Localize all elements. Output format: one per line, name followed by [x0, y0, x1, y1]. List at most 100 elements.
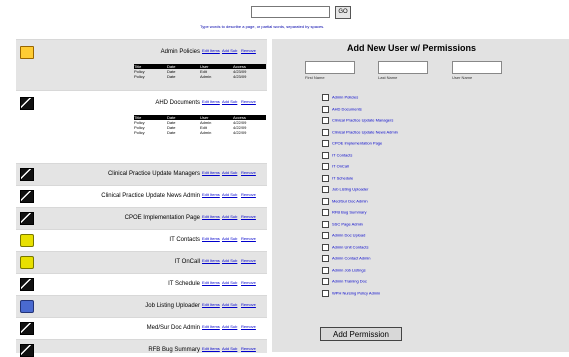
edit-items-link[interactable]: Edit Items: [202, 192, 220, 197]
permission-checkbox[interactable]: [322, 94, 329, 101]
permission-option[interactable]: IT Contacts: [322, 151, 352, 159]
page-name[interactable]: Clinical Practice Update News Admin: [101, 193, 200, 199]
permission-checkbox[interactable]: [322, 117, 329, 124]
sub-cell: 4/22/09: [233, 130, 247, 135]
remove-link[interactable]: Remove: [241, 280, 263, 285]
permission-checkbox[interactable]: [322, 151, 329, 159]
remove-link[interactable]: Remove: [241, 258, 263, 263]
permission-checkbox[interactable]: [322, 232, 329, 239]
edit-items-link[interactable]: Edit Items: [202, 280, 220, 285]
permission-option[interactable]: Clinical Practice Update Managers: [322, 117, 393, 124]
add-sub-link[interactable]: Add Sub: [222, 214, 237, 219]
remove-link[interactable]: Remove: [241, 48, 263, 53]
permission-option[interactable]: Clinical Practice Update News Admin: [322, 128, 398, 136]
permission-checkbox[interactable]: [322, 255, 329, 262]
permission-option[interactable]: SSC Page Admin: [322, 220, 363, 228]
user-name-field[interactable]: [452, 61, 502, 74]
add-sub-link[interactable]: Add Sub: [222, 324, 237, 329]
remove-link[interactable]: Remove: [241, 214, 263, 219]
permission-checkbox[interactable]: [322, 163, 329, 170]
add-sub-link[interactable]: Add Sub: [222, 302, 237, 307]
remove-link[interactable]: Remove: [241, 346, 263, 351]
search-input[interactable]: [251, 6, 330, 18]
page-name[interactable]: AHD Documents: [155, 100, 200, 106]
edit-items-link[interactable]: Edit Items: [202, 258, 220, 263]
remove-link[interactable]: Remove: [241, 236, 263, 241]
edit-items-link[interactable]: Edit Items: [202, 170, 220, 175]
permission-checkbox[interactable]: [322, 209, 329, 216]
permission-option[interactable]: Admin Training Doc: [322, 278, 367, 285]
permission-checkbox[interactable]: [322, 105, 329, 113]
permission-option[interactable]: Admin Job Listings: [322, 266, 366, 274]
page-name[interactable]: IT Schedule: [168, 281, 200, 287]
add-sub-link[interactable]: Add Sub: [222, 236, 237, 241]
edit-items-link[interactable]: Edit Items: [202, 324, 220, 329]
add-sub-link[interactable]: Add Sub: [222, 170, 237, 175]
permission-option[interactable]: Admin Unit Contacts: [322, 243, 368, 251]
permission-option[interactable]: Med/Sur Doc Admin: [322, 197, 368, 205]
permission-option[interactable]: Admin Contact Admin: [322, 255, 370, 262]
last-name-field[interactable]: [378, 61, 428, 74]
page-name[interactable]: Clinical Practice Update Managers: [108, 171, 200, 177]
permission-checkbox[interactable]: [322, 174, 329, 182]
permission-label: Admin Job Listings: [332, 267, 366, 273]
add-sub-link[interactable]: Add Sub: [222, 192, 237, 197]
page-name[interactable]: Med/Sur Doc Admin: [147, 325, 200, 331]
page-row: Job Listing Uploader Edit Items Add Sub Rem…: [16, 295, 267, 318]
permission-checkbox[interactable]: [322, 278, 329, 285]
permission-option[interactable]: WPH Nursing Policy Admin: [322, 289, 380, 297]
remove-link[interactable]: Remove: [241, 192, 263, 197]
permission-checkbox[interactable]: [322, 140, 329, 147]
stack-icon: [20, 256, 34, 269]
permission-checkbox[interactable]: [322, 186, 329, 193]
sub-table: Title Date User Access Policy Date Edit 4/23/09…: [134, 64, 266, 79]
user-name-label: User Name: [452, 75, 473, 80]
edit-items-link[interactable]: Edit Items: [202, 48, 220, 53]
sub-cell: Date: [167, 74, 176, 79]
remove-link[interactable]: Remove: [241, 324, 263, 329]
page-row: AHD Documents Edit Items Add Sub Remove Titl…: [16, 90, 267, 164]
page-name[interactable]: IT OnCall: [175, 259, 200, 265]
search-go-button[interactable]: GO: [335, 6, 351, 19]
doc-icon: [20, 190, 34, 203]
remove-link[interactable]: Remove: [241, 99, 263, 104]
first-name-field[interactable]: [305, 61, 355, 74]
permission-option[interactable]: AHD Documents: [322, 105, 362, 113]
permission-checkbox[interactable]: [322, 243, 329, 251]
page-name[interactable]: IT Contacts: [169, 237, 200, 243]
permission-checkbox[interactable]: [322, 197, 329, 205]
page-name[interactable]: Job Listing Uploader: [145, 303, 200, 309]
permission-checkbox[interactable]: [322, 266, 329, 274]
page-name[interactable]: CPOE Implementation Page: [125, 215, 200, 221]
permission-label: Admin Policies: [332, 94, 359, 100]
edit-items-link[interactable]: Edit Items: [202, 346, 220, 351]
add-permission-button[interactable]: Add Permission: [320, 327, 402, 341]
permission-label: Job Listing Uploader: [332, 186, 369, 192]
search-hint: Type words to describe a page, or partia…: [200, 24, 325, 29]
permission-checkbox[interactable]: [322, 220, 329, 228]
add-sub-link[interactable]: Add Sub: [222, 280, 237, 285]
add-sub-link[interactable]: Add Sub: [222, 258, 237, 263]
sub-table-row: Policy Date Admin 4/23/09: [134, 74, 266, 79]
permission-option[interactable]: Admin Doc Upload: [322, 232, 365, 239]
permission-checkbox[interactable]: [322, 289, 329, 297]
page-name[interactable]: Admin Policies: [161, 49, 200, 55]
permission-option[interactable]: CPOE Implementation Page: [322, 140, 382, 147]
remove-link[interactable]: Remove: [241, 302, 263, 307]
add-sub-link[interactable]: Add Sub: [222, 48, 237, 53]
permission-option[interactable]: Job Listing Uploader: [322, 186, 368, 193]
add-sub-link[interactable]: Add Sub: [222, 99, 237, 104]
permission-option[interactable]: IT OnCall: [322, 163, 349, 170]
permission-label: IT Schedule: [332, 175, 354, 181]
permission-checkbox[interactable]: [322, 128, 329, 136]
edit-items-link[interactable]: Edit Items: [202, 99, 220, 104]
permission-option[interactable]: RFB Bug Summary: [322, 209, 366, 216]
edit-items-link[interactable]: Edit Items: [202, 302, 220, 307]
edit-items-link[interactable]: Edit Items: [202, 236, 220, 241]
page-name[interactable]: RFB Bug Summary: [148, 347, 200, 353]
add-sub-link[interactable]: Add Sub: [222, 346, 237, 351]
permission-option[interactable]: IT Schedule: [322, 174, 354, 182]
edit-items-link[interactable]: Edit Items: [202, 214, 220, 219]
remove-link[interactable]: Remove: [241, 170, 263, 175]
permission-option[interactable]: Admin Policies: [322, 94, 358, 101]
